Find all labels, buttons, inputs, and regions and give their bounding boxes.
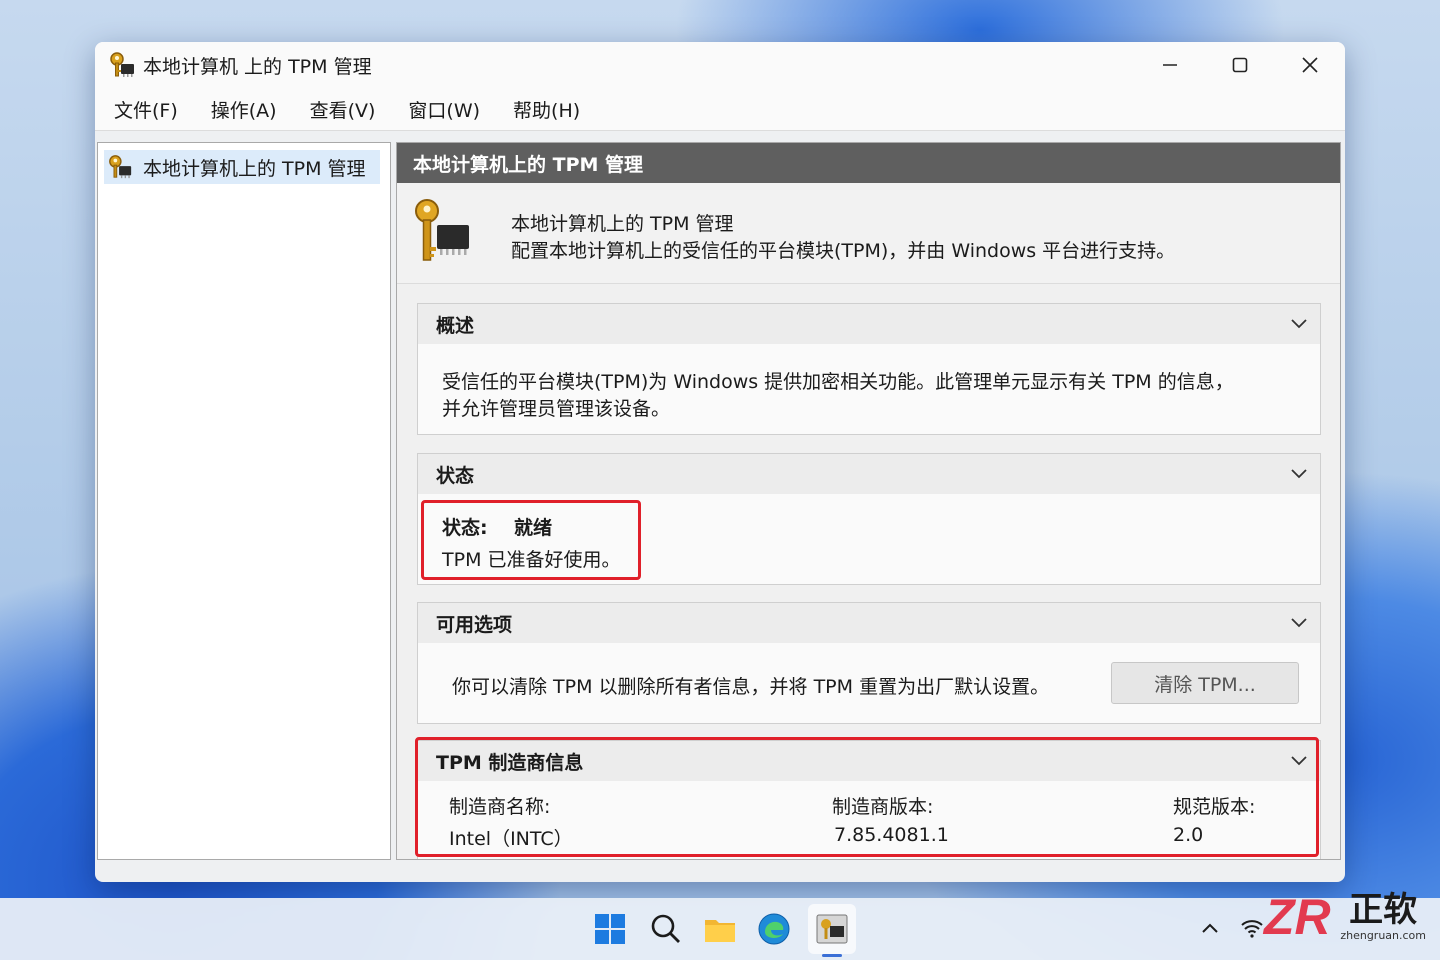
- intro-description: 配置本地计算机上的受信任的平台模块(TPM)，并由 Windows 平台进行支持…: [511, 240, 1176, 262]
- options-panel: 可用选项 你可以清除 TPM 以删除所有者信息，并将 TPM 重置为出厂默认设置…: [417, 602, 1321, 724]
- content-pane: 本地计算机上的 TPM 管理 本地计算机上的 TPM 管理 配置本地计算机上的受…: [396, 142, 1341, 860]
- tpm-key-chip-icon: [110, 52, 134, 77]
- overview-title: 概述: [436, 314, 475, 337]
- file-explorer-icon[interactable]: [703, 912, 737, 946]
- status-panel: 状态 状态: 就绪 TPM 已准备好使用。: [417, 453, 1321, 585]
- chevron-down-icon[interactable]: [1290, 316, 1308, 330]
- wifi-icon[interactable]: [1240, 916, 1264, 938]
- chevron-down-icon[interactable]: [1290, 466, 1308, 480]
- minimize-icon: [1163, 64, 1177, 66]
- content-header: 本地计算机上的 TPM 管理: [397, 143, 1340, 183]
- watermark-url: zhengruan.com: [1340, 928, 1426, 942]
- options-title: 可用选项: [436, 613, 513, 636]
- clear-tpm-button[interactable]: 清除 TPM...: [1111, 662, 1299, 704]
- tree-item-tpm-management[interactable]: 本地计算机上的 TPM 管理: [104, 150, 380, 184]
- menu-action[interactable]: 操作(A): [197, 96, 291, 123]
- windows-start-icon[interactable]: [593, 912, 627, 946]
- menu-bar: 文件(F) 操作(A) 查看(V) 窗口(W) 帮助(H): [95, 88, 1345, 131]
- tpm-window: 本地计算机 上的 TPM 管理 文件(F) 操作(A) 查看(V) 窗口(W) …: [95, 42, 1345, 882]
- window-title: 本地计算机 上的 TPM 管理: [143, 55, 372, 78]
- menu-help[interactable]: 帮助(H): [499, 96, 594, 123]
- zr-logo: ZR: [1262, 890, 1331, 942]
- window-body: 本地计算机上的 TPM 管理 本地计算机上的 TPM 管理 本地计算机上的 TP…: [95, 141, 1345, 882]
- menu-view[interactable]: 查看(V): [296, 96, 390, 123]
- title-bar[interactable]: 本地计算机 上的 TPM 管理: [95, 42, 1345, 88]
- status-highlight-box: [421, 500, 641, 580]
- chevron-up-icon[interactable]: [1200, 920, 1220, 936]
- tpm-key-chip-icon: [415, 199, 469, 261]
- close-button[interactable]: [1275, 42, 1345, 88]
- tpm-key-chip-icon: [109, 155, 132, 179]
- maximize-icon: [1232, 57, 1248, 73]
- taskbar: [0, 898, 1440, 960]
- minimize-button[interactable]: [1135, 42, 1205, 88]
- menu-file[interactable]: 文件(F): [100, 96, 192, 123]
- chevron-down-icon[interactable]: [1290, 615, 1308, 629]
- tree-item-label: 本地计算机上的 TPM 管理: [143, 157, 366, 180]
- tpm-app-icon: [816, 914, 848, 944]
- overview-header[interactable]: 概述: [418, 304, 1320, 344]
- svg-text:ZR: ZR: [1262, 890, 1331, 942]
- tpm-app-taskbar-button[interactable]: [808, 904, 856, 954]
- intro-title: 本地计算机上的 TPM 管理: [511, 213, 734, 235]
- console-tree: 本地计算机上的 TPM 管理: [97, 142, 391, 860]
- status-header[interactable]: 状态: [418, 454, 1320, 494]
- overview-line-1: 受信任的平台模块(TPM)为 Windows 提供加密相关功能。此管理单元显示有…: [442, 371, 1234, 393]
- active-app-indicator: [822, 954, 842, 957]
- search-icon[interactable]: [649, 912, 683, 946]
- edge-icon[interactable]: [757, 912, 791, 946]
- overview-line-2: 并允许管理员管理该设备。: [442, 398, 671, 420]
- manufacturer-highlight-box: [415, 737, 1319, 857]
- overview-panel: 概述 受信任的平台模块(TPM)为 Windows 提供加密相关功能。此管理单元…: [417, 303, 1321, 435]
- watermark-name: 正软: [1349, 889, 1418, 930]
- watermark: ZR 正软 zhengruan.com: [1262, 890, 1426, 942]
- options-header[interactable]: 可用选项: [418, 603, 1320, 643]
- close-icon: [1302, 57, 1318, 73]
- status-title: 状态: [436, 464, 475, 487]
- menu-window[interactable]: 窗口(W): [394, 96, 494, 123]
- intro-section: 本地计算机上的 TPM 管理 配置本地计算机上的受信任的平台模块(TPM)，并由…: [397, 183, 1340, 284]
- options-text: 你可以清除 TPM 以删除所有者信息，并将 TPM 重置为出厂默认设置。: [452, 676, 1050, 698]
- maximize-button[interactable]: [1205, 42, 1275, 88]
